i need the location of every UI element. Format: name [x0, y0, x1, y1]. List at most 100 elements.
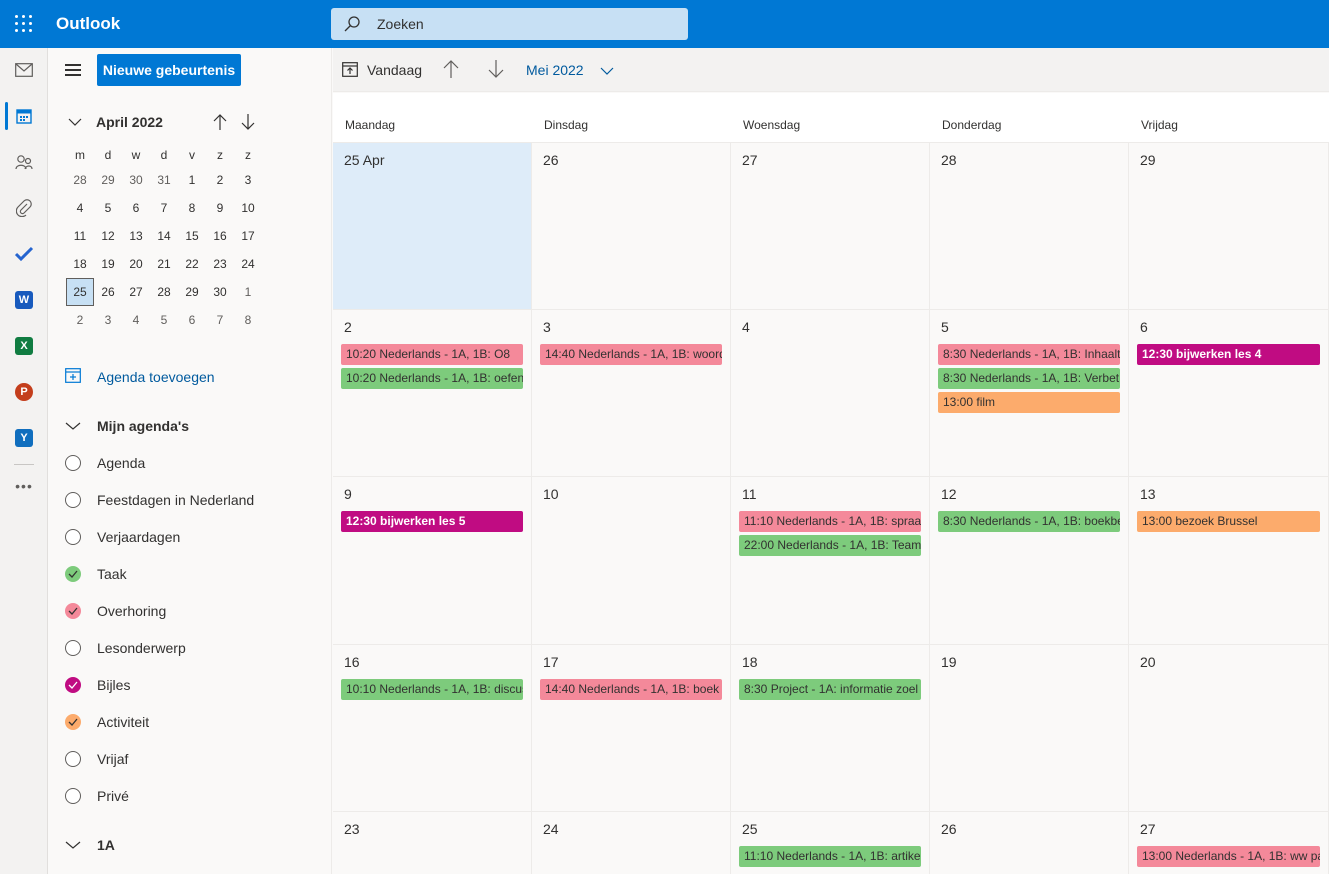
calendar-item[interactable]: Verjaardagen [65, 525, 180, 549]
empty-circle-icon[interactable] [65, 640, 81, 656]
day-number[interactable]: 27 [1140, 821, 1156, 837]
mini-day[interactable]: 29 [94, 166, 122, 194]
excel-icon[interactable]: X [0, 324, 48, 368]
event-item[interactable]: 13:00 Nederlands - 1A, 1B: ww pa [1137, 846, 1320, 867]
day-cell[interactable]: 25 11:10 Nederlands - 1A, 1B: artike [731, 811, 930, 874]
group-1a-header[interactable]: 1A [65, 833, 115, 857]
mini-day[interactable]: 17 [234, 222, 262, 250]
day-number[interactable]: 25 Apr [344, 152, 384, 168]
day-number[interactable]: 12 [941, 486, 957, 502]
calendar-item[interactable]: Activiteit [65, 710, 149, 734]
arrow-up-icon[interactable] [208, 110, 232, 134]
calendar-item[interactable]: Bijles [65, 673, 130, 697]
event-item[interactable]: 8:30 Nederlands - 1A, 1B: Inhaalt [938, 344, 1120, 365]
day-number[interactable]: 13 [1140, 486, 1156, 502]
day-number[interactable]: 26 [543, 152, 559, 168]
mini-day[interactable]: 6 [178, 306, 206, 334]
day-number[interactable]: 19 [941, 654, 957, 670]
mini-day[interactable]: 5 [94, 194, 122, 222]
day-number[interactable]: 28 [941, 152, 957, 168]
calendar-item[interactable]: Lesonderwerp [65, 636, 186, 660]
event-item[interactable]: 13:00 film [938, 392, 1120, 413]
day-number[interactable]: 9 [344, 486, 352, 502]
checked-circle-icon[interactable] [65, 714, 81, 730]
mini-day[interactable]: 16 [206, 222, 234, 250]
month-picker[interactable]: Mei 2022 [526, 48, 614, 92]
day-number[interactable]: 18 [742, 654, 758, 670]
yammer-icon[interactable]: Y [0, 416, 48, 460]
day-cell[interactable]: 13 13:00 bezoek Brussel [1129, 476, 1329, 644]
calendar-item[interactable]: Taak [65, 562, 127, 586]
day-cell[interactable]: 24 [532, 811, 731, 874]
day-number[interactable]: 4 [742, 319, 750, 335]
app-launcher-icon[interactable] [15, 15, 33, 33]
day-cell[interactable]: 29 [1129, 142, 1329, 309]
mini-day[interactable]: 28 [66, 166, 94, 194]
day-cell[interactable]: 27 [731, 142, 930, 309]
new-event-button[interactable]: Nieuwe gebeurtenis [97, 54, 241, 86]
day-number[interactable]: 27 [742, 152, 758, 168]
day-cell[interactable]: 10 [532, 476, 731, 644]
day-cell[interactable]: 12 8:30 Nederlands - 1A, 1B: boekbe [930, 476, 1129, 644]
chevron-down-icon[interactable] [63, 110, 87, 134]
day-number[interactable]: 23 [344, 821, 360, 837]
day-number[interactable]: 16 [344, 654, 360, 670]
more-apps-icon[interactable]: ••• [0, 464, 48, 508]
mini-day[interactable]: 2 [206, 166, 234, 194]
day-cell[interactable]: 17 14:40 Nederlands - 1A, 1B: boek [532, 644, 731, 811]
day-number[interactable]: 5 [941, 319, 949, 335]
event-item[interactable]: 14:40 Nederlands - 1A, 1B: boek [540, 679, 722, 700]
mini-day[interactable]: 6 [122, 194, 150, 222]
day-number[interactable]: 24 [543, 821, 559, 837]
mini-day[interactable]: 28 [150, 278, 178, 306]
day-cell[interactable]: 6 12:30 bijwerken les 4 [1129, 309, 1329, 476]
day-cell[interactable]: 11 11:10 Nederlands - 1A, 1B: spraal 22:00… [731, 476, 930, 644]
day-cell[interactable]: 3 14:40 Nederlands - 1A, 1B: woord [532, 309, 731, 476]
mini-day[interactable]: 11 [66, 222, 94, 250]
app-title[interactable]: Outlook [56, 14, 120, 34]
day-cell[interactable]: 28 [930, 142, 1129, 309]
mini-calendar-title[interactable]: April 2022 [96, 114, 163, 130]
mini-day[interactable]: 2 [66, 306, 94, 334]
empty-circle-icon[interactable] [65, 788, 81, 804]
mini-day[interactable]: 23 [206, 250, 234, 278]
mini-day[interactable]: 3 [234, 166, 262, 194]
attachment-icon[interactable] [0, 186, 48, 230]
mini-day[interactable]: 22 [178, 250, 206, 278]
checked-circle-icon[interactable] [65, 566, 81, 582]
mini-day[interactable]: 31 [150, 166, 178, 194]
mini-day[interactable]: 4 [66, 194, 94, 222]
empty-circle-icon[interactable] [65, 751, 81, 767]
empty-circle-icon[interactable] [65, 492, 81, 508]
day-cell[interactable]: 5 8:30 Nederlands - 1A, 1B: Inhaalt 8:30 N… [930, 309, 1129, 476]
day-number[interactable]: 20 [1140, 654, 1156, 670]
calendar-icon[interactable] [0, 94, 48, 138]
mini-day[interactable]: 1 [234, 278, 262, 306]
day-cell[interactable]: 19 [930, 644, 1129, 811]
mini-day[interactable]: 3 [94, 306, 122, 334]
mini-day[interactable]: 14 [150, 222, 178, 250]
event-item[interactable]: 22:00 Nederlands - 1A, 1B: Teams [739, 535, 921, 556]
event-item[interactable]: 10:20 Nederlands - 1A, 1B: O8 [341, 344, 523, 365]
mini-day[interactable]: 4 [122, 306, 150, 334]
mini-day[interactable]: 20 [122, 250, 150, 278]
day-number[interactable]: 6 [1140, 319, 1148, 335]
mini-day[interactable]: 18 [66, 250, 94, 278]
day-cell[interactable]: 26 [532, 142, 731, 309]
mini-day[interactable]: 19 [94, 250, 122, 278]
day-cell[interactable]: 16 10:10 Nederlands - 1A, 1B: discus [333, 644, 532, 811]
day-number[interactable]: 3 [543, 319, 551, 335]
calendar-item[interactable]: Overhoring [65, 599, 166, 623]
mini-day[interactable]: 5 [150, 306, 178, 334]
checked-circle-icon[interactable] [65, 603, 81, 619]
search-box[interactable]: Zoeken [331, 8, 688, 40]
mini-day[interactable]: 13 [122, 222, 150, 250]
word-icon[interactable]: W [0, 278, 48, 322]
event-item[interactable]: 13:00 bezoek Brussel [1137, 511, 1320, 532]
previous-month-button[interactable] [443, 48, 459, 92]
mini-day[interactable]: 1 [178, 166, 206, 194]
event-item[interactable]: 10:20 Nederlands - 1A, 1B: oefen [341, 368, 523, 389]
calendar-item[interactable]: Agenda [65, 451, 145, 475]
search-input[interactable]: Zoeken [377, 16, 424, 32]
mini-day[interactable]: 10 [234, 194, 262, 222]
